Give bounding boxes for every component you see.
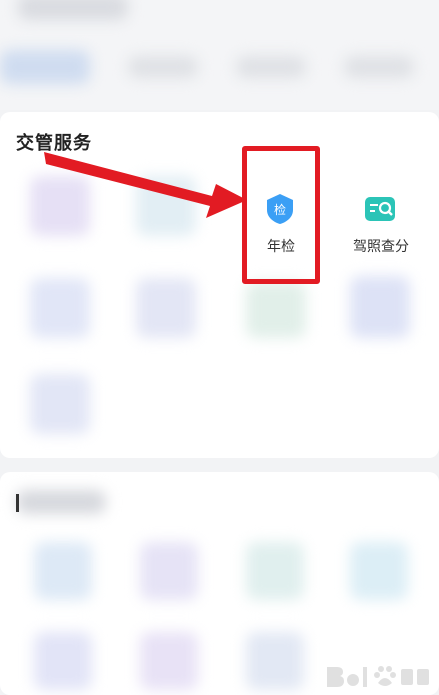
watermark-logo <box>327 666 429 687</box>
blurred-service-item <box>34 542 92 600</box>
blurred-service-item <box>246 542 304 600</box>
title-marker <box>16 494 19 512</box>
blurred-service-item <box>350 542 408 600</box>
blurred-service-item <box>246 632 304 690</box>
blurred-service-item <box>140 632 198 690</box>
highlight-box <box>242 146 320 284</box>
blurred-section-title <box>16 490 106 514</box>
blurred-service-item <box>140 542 198 600</box>
blurred-service-item <box>34 632 92 690</box>
